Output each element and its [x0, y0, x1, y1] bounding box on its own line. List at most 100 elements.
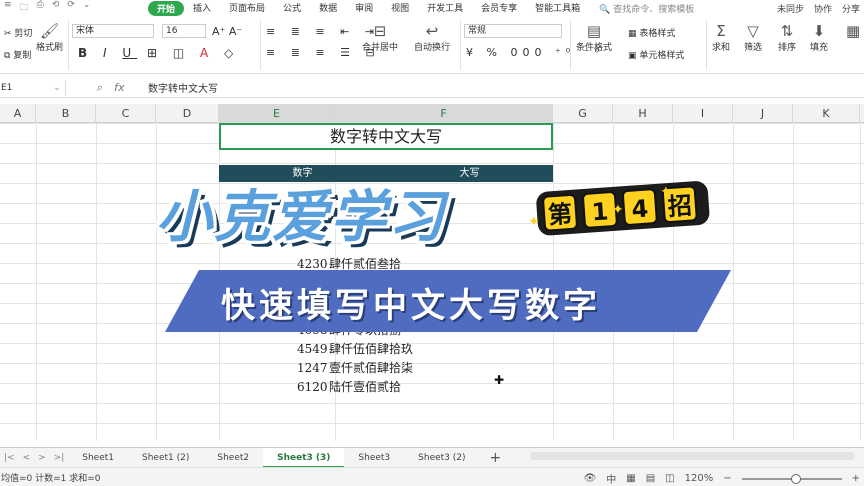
status-summary: 均值=0 计数=1 求和=0 [1, 473, 101, 484]
column-header[interactable]: D [156, 104, 219, 123]
zoom-level[interactable]: 120% [685, 473, 714, 484]
sort-button[interactable]: ⇅ 排序 [778, 22, 796, 53]
column-header[interactable]: K [793, 104, 860, 123]
menu-item[interactable]: 插入 [184, 1, 220, 16]
menu-item[interactable]: 会员专享 [472, 1, 526, 16]
fill-label: 填充 [810, 43, 829, 53]
column-header[interactable]: I [673, 104, 733, 123]
column-header[interactable]: J [733, 104, 793, 123]
table-style-button[interactable]: ▦ 表格样式 [628, 26, 675, 39]
sparkle-icon: ✦ [528, 214, 540, 230]
sheet-tab[interactable]: Sheet3 [344, 448, 404, 468]
conditional-format-button[interactable]: ▤ 条件格式 [576, 22, 612, 53]
menu-item[interactable]: 智能工具箱 [526, 1, 589, 16]
filter-button[interactable]: ▽ 筛选 [744, 22, 762, 53]
copy-button[interactable]: ⧉ 复制 [4, 48, 31, 61]
zoom-icon[interactable]: ⌕ [96, 81, 102, 95]
menu-item[interactable]: 审阅 [346, 1, 382, 16]
divider [68, 20, 69, 70]
quick-access-icon[interactable]: 🗀 [20, 0, 29, 16]
subtitle-banner: 快速填写中文大写数字 [165, 270, 731, 332]
horizontal-scrollbar[interactable] [530, 452, 855, 460]
add-sheet-button[interactable]: + [480, 450, 512, 466]
menu-right-action[interactable]: 协作 [814, 2, 832, 15]
merge-center-button[interactable]: ⊟ 合并居中 [362, 22, 398, 53]
menu-right-action[interactable]: 分享 [842, 2, 860, 15]
menu-right-action[interactable]: 未同步 [777, 2, 804, 15]
first-sheet-icon[interactable]: |< [0, 453, 19, 463]
cond-format-label: 条件格式 [576, 43, 613, 53]
font-name-select[interactable]: 宋体 [72, 24, 154, 38]
cut-label: 剪切 [14, 29, 33, 39]
thousands-label: 000 [510, 46, 547, 59]
number-format-select[interactable]: 常规 [464, 24, 562, 38]
title-cell[interactable]: 数字转中文大写 [219, 123, 553, 150]
format-painter-button[interactable]: 🖌 格式刷 [36, 22, 63, 53]
menu-item[interactable]: 开发工具 [418, 1, 472, 16]
wrap-icon: ↩ [425, 22, 439, 40]
menu-item[interactable]: 数据 [310, 1, 346, 16]
zoom-slider-thumb[interactable] [791, 473, 802, 484]
divider [460, 20, 461, 70]
cell-style-label: 单元格样式 [639, 51, 685, 61]
cell-style-button[interactable]: ▣ 单元格样式 [628, 48, 684, 61]
font-size-select[interactable]: 16 [162, 24, 206, 38]
column-header[interactable]: H [613, 104, 673, 123]
menu-right-actions: 未同步 协作 分享 [777, 2, 864, 15]
sum-button[interactable]: Σ 求和 [712, 22, 730, 53]
menu-item[interactable]: 页面布局 [220, 1, 274, 16]
quick-access-icon[interactable]: ≡ [4, 0, 12, 16]
column-header[interactable]: A [0, 104, 36, 123]
column-header[interactable]: C [96, 104, 156, 123]
column-header[interactable]: F [335, 104, 553, 123]
more-button[interactable]: ▦ [846, 22, 860, 40]
last-sheet-icon[interactable]: >| [50, 453, 69, 463]
table-row[interactable]: 4549肆仟伍佰肆拾玖 [297, 340, 413, 357]
fill-button[interactable]: ⬇ 填充 [810, 22, 828, 53]
menu-item[interactable]: 视图 [382, 1, 418, 16]
table-row[interactable]: 1247壹仟贰佰肆拾柒 [297, 359, 413, 376]
zoom-slider[interactable] [741, 473, 842, 484]
menu-item[interactable]: 公式 [274, 1, 310, 16]
name-box[interactable]: E1 ⌄ [0, 79, 66, 96]
formula-input[interactable]: 数字转中文大写 [144, 80, 218, 95]
sheet-tab[interactable]: Sheet1 [68, 448, 128, 468]
formula-icons: ⌕ fx [66, 81, 144, 95]
page-break-icon[interactable]: ◫ [665, 473, 674, 484]
grid-line [733, 123, 734, 441]
fill-icon: ⬇ [812, 22, 826, 40]
column-header[interactable]: E [219, 104, 335, 123]
column-header[interactable]: B [36, 104, 96, 123]
normal-view-icon[interactable]: ▦ [626, 473, 635, 484]
sum-label: 求和 [712, 43, 731, 53]
zoom-in-icon[interactable]: + [852, 473, 860, 484]
table-row[interactable]: 6120陆仟壹佰贰拾 [297, 378, 401, 395]
page-layout-icon[interactable]: ▤ [646, 473, 655, 484]
column-headers: ABCDEFGHIJK [0, 104, 864, 123]
quick-access-icon[interactable]: ⎙ [37, 0, 44, 16]
sheet-tab[interactable]: Sheet3 (3) [263, 447, 345, 468]
fx-icon[interactable]: fx [114, 81, 124, 95]
row-uppercase-cell: 肆仟贰佰叁拾 [329, 257, 402, 271]
wrap-text-button[interactable]: ↩ 自动换行 [414, 22, 450, 53]
font-grow-icon[interactable]: A⁺ A⁻ [212, 25, 242, 38]
menu-item[interactable]: 开始 [148, 0, 185, 16]
quick-access-icon[interactable]: ⌄ [83, 0, 91, 16]
cell-cursor-icon: ✚ [494, 373, 505, 387]
sheet-tab[interactable]: Sheet1 (2) [128, 448, 203, 468]
input-method-icon[interactable]: 中 [606, 471, 616, 486]
cut-button[interactable]: ✂ 剪切 [4, 26, 32, 39]
font-style-buttons[interactable]: B I U ⊞ ◫ A ◇ [78, 46, 239, 60]
sheet-tab[interactable]: Sheet3 (2) [404, 448, 479, 468]
menu-search[interactable]: 🔍 查找命令、搜索模板 [599, 2, 694, 15]
sheet-tab[interactable]: Sheet2 [203, 448, 263, 468]
eye-icon[interactable]: 👁 [584, 473, 597, 484]
next-sheet-icon[interactable]: > [34, 453, 50, 463]
quick-access-icon[interactable]: ⟲ [52, 0, 60, 16]
filter-icon: ▽ [747, 22, 759, 40]
zoom-out-icon[interactable]: − [723, 473, 731, 484]
prev-sheet-icon[interactable]: < [19, 453, 35, 463]
row-number-cell: 4549 [297, 342, 328, 356]
column-header[interactable]: G [553, 104, 613, 123]
quick-access-icon[interactable]: ⟳ [67, 0, 75, 16]
